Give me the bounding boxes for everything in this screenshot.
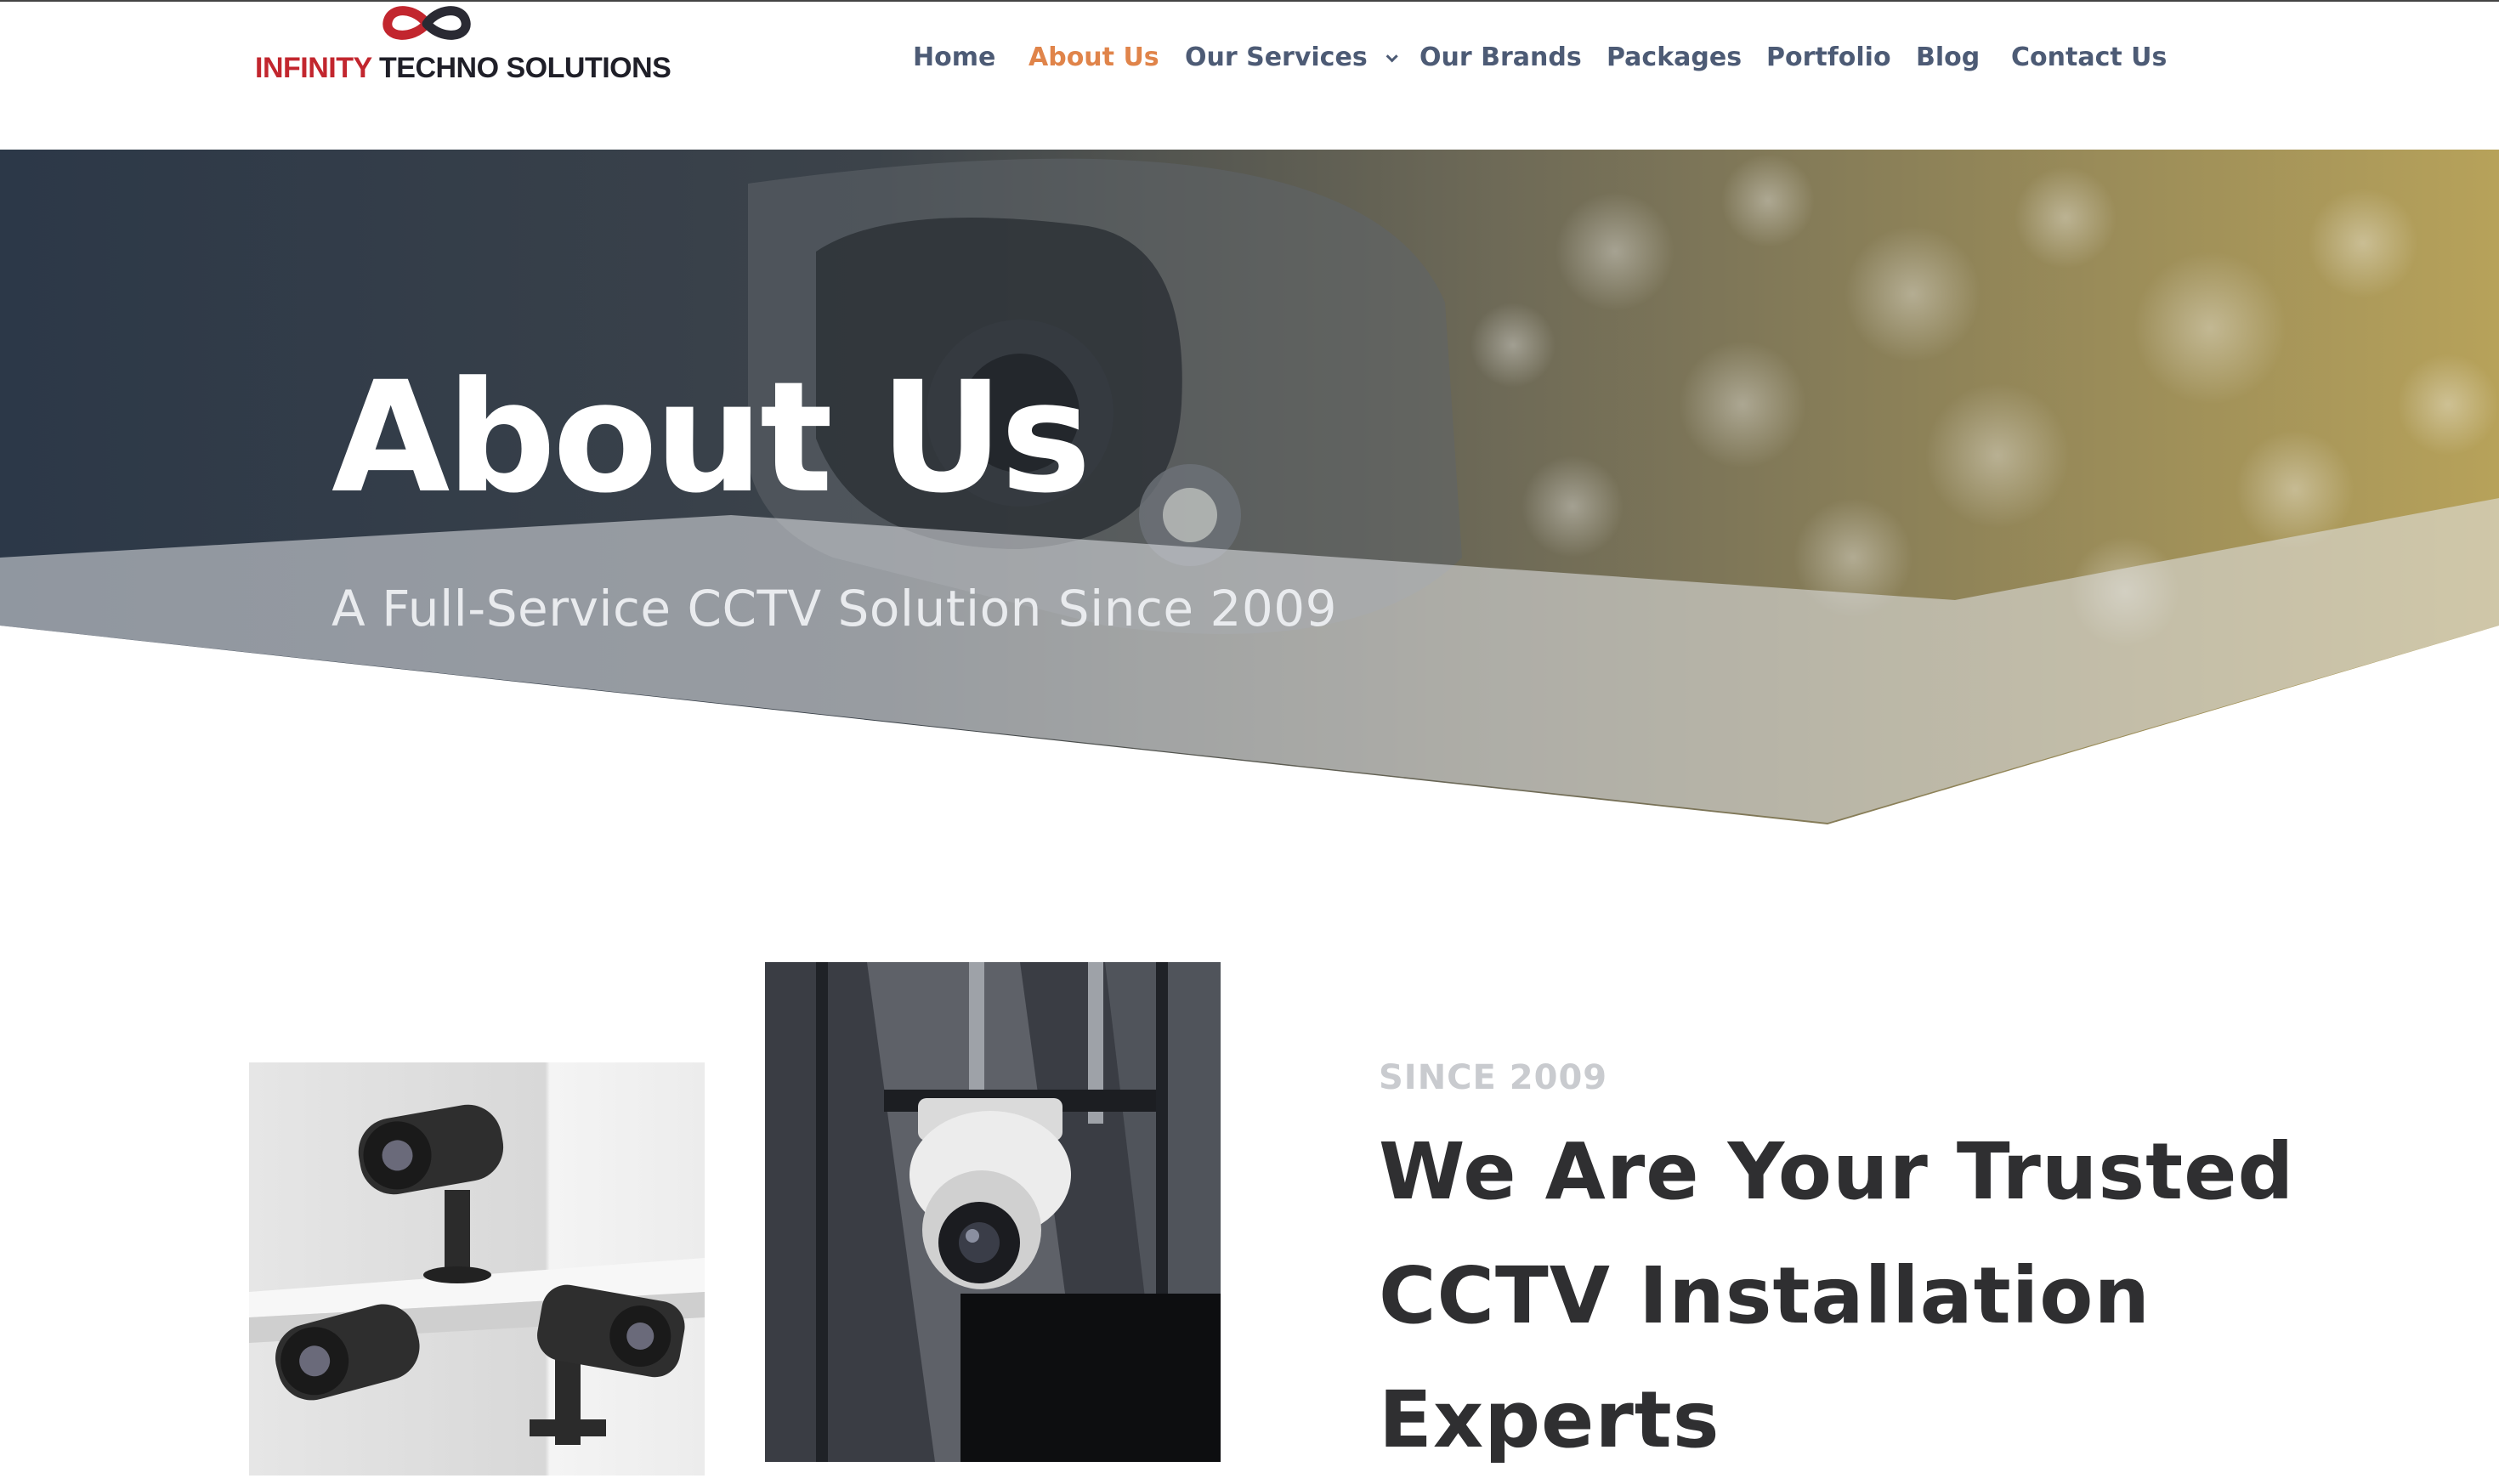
headline-line-3: Experts xyxy=(1379,1374,1720,1465)
infinity-logo-icon xyxy=(382,6,471,40)
nav-our-services-label: Our Services xyxy=(1185,42,1368,72)
section-eyebrow: SINCE 2009 xyxy=(1379,1058,1608,1097)
logo-word-techno-solutions: TECHNO SOLUTIONS xyxy=(379,52,672,84)
chevron-down-icon xyxy=(1386,50,1398,63)
section-headline: We Are Your Trusted CCTV Installation Ex… xyxy=(1379,1110,2295,1484)
headline-line-2: CCTV Installation xyxy=(1379,1250,2150,1341)
logo-word-infinity: INFINITY xyxy=(255,52,372,84)
logo-wordmark: INFINITY TECHNO SOLUTIONS xyxy=(255,51,672,85)
dome-camera-photo xyxy=(765,962,1221,1462)
nav-contact-us[interactable]: Contact Us xyxy=(2011,34,2167,82)
nav-our-brands[interactable]: Our Brands xyxy=(1420,34,1582,82)
nav-blog[interactable]: Blog xyxy=(1916,34,1980,82)
hero-subtitle: A Full-Service CCTV Solution Since 2009 xyxy=(332,580,1338,637)
cctv-cameras-shelf-photo xyxy=(249,1062,705,1476)
nav-our-services[interactable]: Our Services xyxy=(1185,34,1398,82)
site-logo[interactable]: INFINITY TECHNO SOLUTIONS xyxy=(255,2,672,87)
hero-section: About Us A Full-Service CCTV Solution Si… xyxy=(0,150,2499,830)
nav-portfolio[interactable]: Portfolio xyxy=(1766,34,1891,82)
nav-packages[interactable]: Packages xyxy=(1606,34,1742,82)
headline-line-1: We Are Your Trusted xyxy=(1379,1126,2295,1217)
page-title: About Us xyxy=(332,349,1091,527)
nav-about-us[interactable]: About Us xyxy=(1028,34,1159,82)
site-header: INFINITY TECHNO SOLUTIONS Home About Us … xyxy=(0,0,2499,150)
nav-home[interactable]: Home xyxy=(913,34,995,82)
